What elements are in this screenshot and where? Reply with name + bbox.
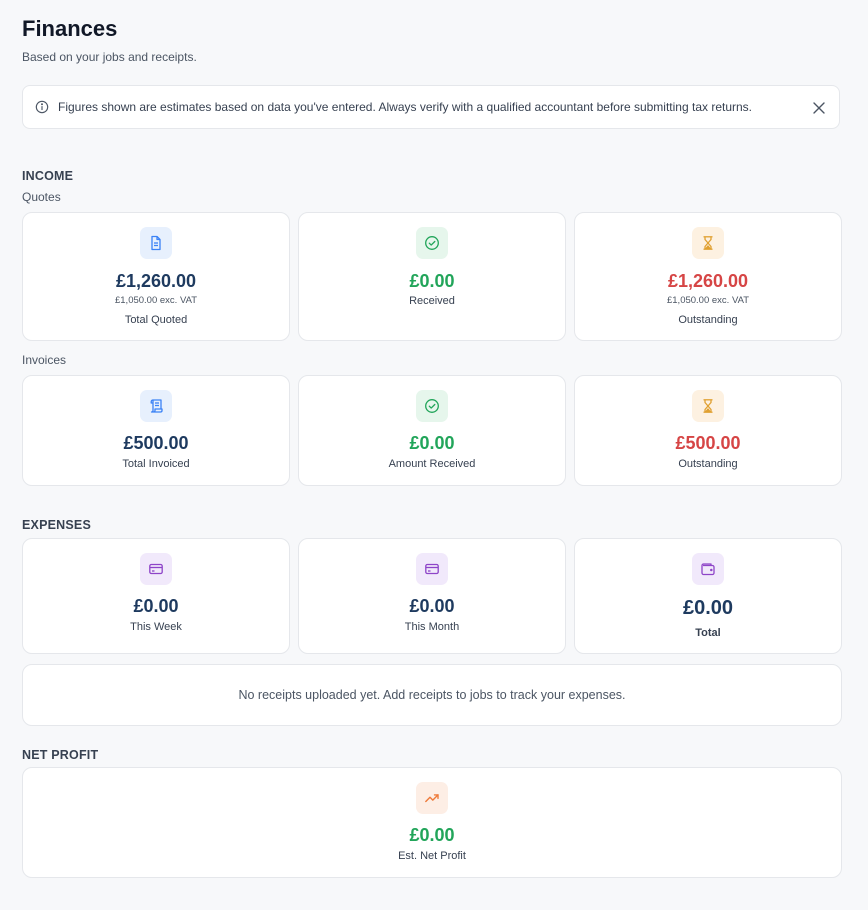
expenses-week-card[interactable]: £0.00 This Week [22,538,290,654]
net-profit-amount: £0.00 [409,825,455,845]
wallet-icon [692,553,724,585]
quotes-received-card[interactable]: £0.00 Received [298,212,566,341]
expenses-heading: EXPENSES [22,518,91,532]
total-invoiced-card[interactable]: £500.00 Total Invoiced [22,375,290,486]
quotes-received-label: Received [409,295,455,307]
document-icon [140,227,172,259]
income-heading: INCOME [22,169,74,183]
invoices-outstanding-amount: £500.00 [675,433,741,453]
total-invoiced-label: Total Invoiced [122,458,190,470]
invoices-outstanding-card[interactable]: £500.00 Outstanding [574,375,842,486]
expenses-month-card[interactable]: £0.00 This Month [298,538,566,654]
expenses-total-amount: £0.00 [682,597,734,619]
expenses-week-amount: £0.00 [133,596,179,616]
expenses-total-label: Total [695,627,721,639]
hourglass-icon [692,227,724,259]
expenses-week-label: This Week [130,621,182,633]
expenses-total-card[interactable]: £0.00 Total [574,538,842,654]
total-quoted-exvat: £1,050.00 exc. VAT [114,295,198,306]
estimate-notice: Figures shown are estimates based on dat… [22,85,840,129]
quotes-received-amount: £0.00 [409,271,455,291]
quotes-outstanding-card[interactable]: £1,260.00 £1,050.00 exc. VAT Outstanding [574,212,842,341]
info-icon [35,100,49,114]
page-title: Finances [22,16,118,41]
net-profit-card[interactable]: £0.00 Est. Net Profit [22,767,842,878]
check-circle-icon [416,227,448,259]
credit-card-icon [416,553,448,585]
no-receipts-message: No receipts uploaded yet. Add receipts t… [22,664,842,726]
invoices-received-amount: £0.00 [409,433,455,453]
invoices-received-card[interactable]: £0.00 Amount Received [298,375,566,486]
notice-text: Figures shown are estimates based on dat… [58,100,753,114]
trending-up-icon [416,782,448,814]
total-quoted-card[interactable]: £1,260.00 £1,050.00 exc. VAT Total Quote… [22,212,290,341]
total-invoiced-amount: £500.00 [123,433,189,453]
invoices-outstanding-label: Outstanding [678,458,738,470]
expenses-month-amount: £0.00 [409,596,455,616]
close-icon[interactable] [812,101,826,115]
credit-card-icon [140,553,172,585]
invoice-icon [140,390,172,422]
net-profit-heading: NET PROFIT [22,748,99,762]
invoices-heading: Invoices [22,353,67,367]
net-profit-label: Est. Net Profit [398,850,466,862]
quotes-outstanding-amount: £1,260.00 [667,271,749,291]
total-quoted-label: Total Quoted [124,314,188,326]
expenses-month-label: This Month [404,621,460,633]
quotes-outstanding-label: Outstanding [678,314,738,326]
page-subtitle: Based on your jobs and receipts. [22,50,197,64]
hourglass-icon [692,390,724,422]
invoices-received-label: Amount Received [388,458,476,470]
quotes-heading: Quotes [22,190,61,204]
quotes-outstanding-exvat: £1,050.00 exc. VAT [666,295,750,306]
total-quoted-amount: £1,260.00 [115,271,197,291]
check-circle-icon [416,390,448,422]
